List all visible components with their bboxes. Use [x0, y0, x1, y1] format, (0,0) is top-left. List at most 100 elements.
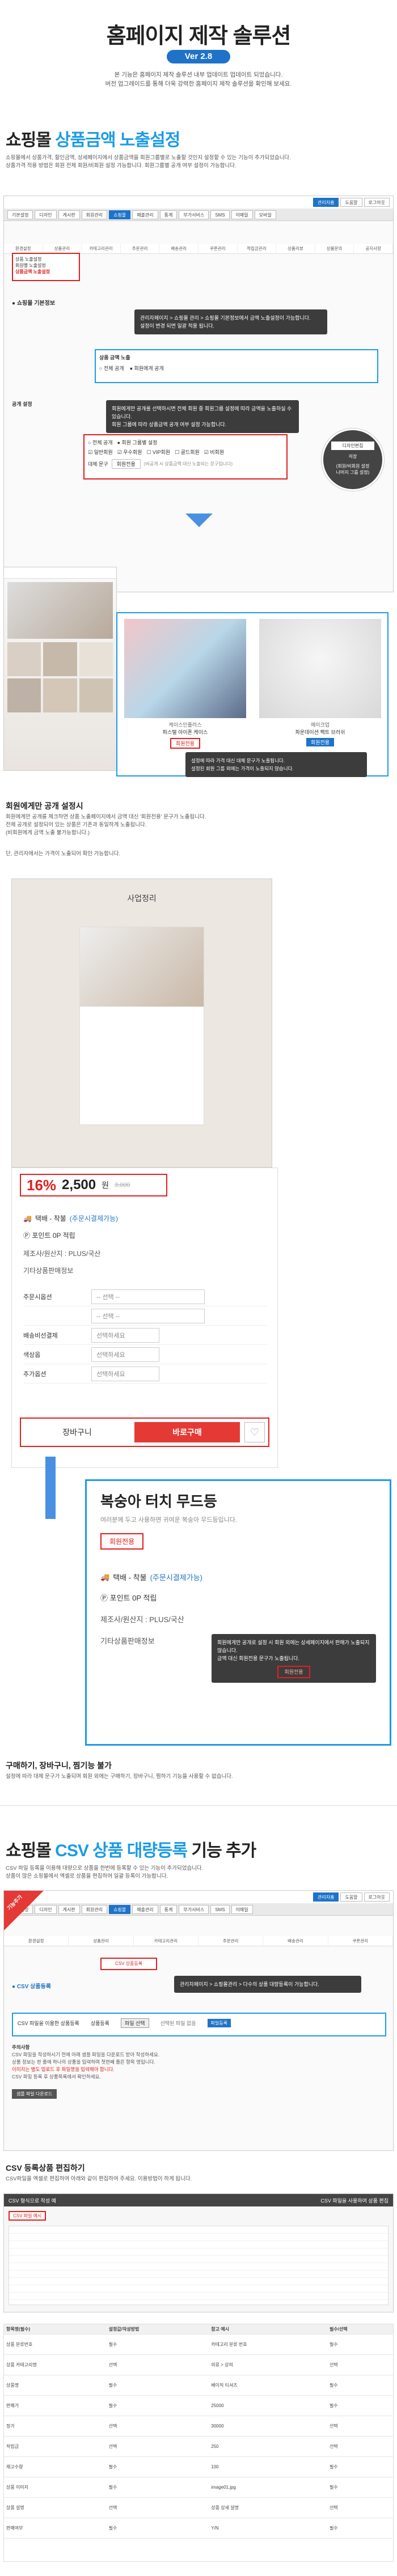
radio-all-2[interactable]: ○ 전체 공개 [88, 439, 113, 446]
submenu-item[interactable]: 회원별 노출설정 [15, 262, 77, 269]
tab-board[interactable]: 게시판 [58, 210, 80, 219]
choose-file-button[interactable]: 파일 선택 [120, 2018, 149, 2028]
section2-title-highlight: CSV 상품 대량등록 [55, 1841, 188, 1860]
sample-download-button[interactable]: 샘플 파일 다운로드 [12, 2089, 57, 2099]
product-thumb[interactable] [7, 642, 41, 676]
admin-home-button[interactable]: 관리자홈 [313, 1892, 339, 1902]
column-header: 설정값/작성방법 [106, 2324, 209, 2335]
option-select[interactable]: 선택하세요 [91, 1366, 159, 1381]
product-thumb[interactable] [43, 642, 77, 676]
option-row: 배송비선결제 선택하세요 [23, 1326, 267, 1345]
radio-group[interactable]: ● 회원 그룹별 설정 [117, 439, 158, 446]
tab-sales[interactable]: 매출관리 [132, 210, 158, 219]
price-setting-box: 상품 금액 노출 ○ 전체 공개 ● 회원에게 공개 [95, 349, 378, 383]
tab-addon[interactable]: 부가서비스 [179, 1904, 209, 1914]
tab-sales[interactable]: 매출관리 [132, 1904, 158, 1914]
logout-button[interactable]: 로그아웃 [364, 1892, 390, 1902]
tab-email[interactable]: 이메일 [231, 1904, 253, 1914]
menu-item[interactable]: 상품문의 [315, 244, 354, 253]
product-card-image[interactable] [124, 619, 246, 718]
makeup-image[interactable] [259, 619, 381, 718]
logout-button[interactable]: 로그아웃 [364, 198, 390, 207]
table-cell: 100 [209, 2456, 327, 2477]
tab-mobile[interactable]: 모바일 [254, 210, 276, 219]
option-select[interactable]: 선택하세요 [91, 1347, 159, 1362]
product-thumb[interactable] [79, 678, 113, 712]
heart-icon[interactable]: ♡ [244, 1422, 265, 1442]
menu-item[interactable]: 주문관리 [198, 1936, 264, 1946]
submenu-item[interactable]: 상품금액 노출설정 [15, 269, 77, 275]
menu-item[interactable]: 배송관리 [159, 244, 198, 253]
tab-email[interactable]: 이메일 [231, 210, 253, 219]
table-cell: 카테고리 분류 번호 [209, 2334, 327, 2355]
menu-item[interactable]: 환경설정 [4, 244, 43, 253]
menu-item[interactable]: 상품관리 [43, 244, 82, 253]
help-button[interactable]: 도움말 [340, 1892, 362, 1902]
table-cell: 30000 [209, 2416, 327, 2437]
csv-note: 상품 정보는 한 줄에 하나의 상품을 입력하며 첫번째 줄은 항목 명입니다. [12, 2059, 155, 2065]
radio-row-2: ○ 전체 공개 ● 회원 그룹별 설정 [88, 439, 283, 446]
csv-upload-row: CSV 파일을 이용한 상품등록 상품등록 파일 선택 선택된 파일 없음 파일… [18, 2018, 381, 2028]
product-name: 파운데이션 팩트 브러쉬 [295, 729, 345, 735]
tab-shop[interactable]: 쇼핑몰 [109, 210, 131, 219]
checkbox-option-label: VIP회원 [152, 449, 171, 455]
csv-notes-title: 주의사항 [12, 2044, 30, 2050]
checkbox-option[interactable]: ☐ 골드회원 [175, 448, 200, 456]
cart-button[interactable]: 장바구니 [24, 1427, 130, 1438]
tab-sms[interactable]: SMS [210, 210, 230, 219]
product-thumb[interactable] [7, 678, 41, 712]
menu-item[interactable]: 쿠폰관리 [328, 1936, 393, 1946]
tab-member[interactable]: 회원관리 [81, 1904, 108, 1914]
checkbox-option[interactable]: ☐ VIP회원 [146, 448, 170, 456]
option-select[interactable]: -- 선택 -- [91, 1308, 205, 1323]
radio-member[interactable]: ● 회원에게 공개 [130, 364, 164, 372]
menu-item[interactable]: 공지사항 [354, 244, 393, 253]
checkbox-option[interactable]: ☑ 일반회원 [88, 448, 113, 456]
menu-item[interactable]: 주문관리 [121, 244, 160, 253]
tab-stats[interactable]: 통계 [159, 210, 178, 219]
tab-addon[interactable]: 부가서비스 [179, 210, 209, 219]
checkbox-option[interactable]: ☑ 비회원 [204, 448, 224, 456]
tab-member[interactable]: 회원관리 [81, 210, 108, 219]
replace-input[interactable]: 회원전용 [111, 459, 141, 469]
buy-button[interactable]: 바로구매 [134, 1422, 240, 1442]
sub-desc-line: (비회원에게 금액 노출 불가능합니다.) [6, 830, 90, 836]
point-text: 포인트 0P 적립 [32, 1232, 75, 1240]
product-card-2[interactable]: 메이크업 파운데이션 팩트 브러쉬 회원전용 [259, 721, 381, 746]
checkbox-option[interactable]: ☑ 우수회원 [117, 448, 142, 456]
csv-menu-highlight[interactable]: CSV 상품등록 [100, 1958, 157, 1970]
menu-item[interactable]: 적립금관리 [238, 244, 277, 253]
menu-item[interactable]: 카테고리관리 [134, 1936, 198, 1946]
divider [0, 1805, 397, 1806]
product-card-1[interactable]: 케이스인플러스 파스텔 아이폰 케이스 회원전용 [124, 721, 246, 749]
option-select[interactable]: -- 선택 -- [91, 1289, 205, 1304]
product-thumb[interactable] [43, 678, 77, 712]
tab-sms[interactable]: SMS [210, 1904, 230, 1914]
tab-design[interactable]: 디자인 [35, 210, 57, 219]
option-label: 추가옵션 [23, 1370, 47, 1378]
tab-stats[interactable]: 통계 [159, 1904, 178, 1914]
banner-image [7, 582, 113, 639]
tab-board[interactable]: 게시판 [58, 1904, 80, 1914]
menu-item[interactable]: 상품관리 [69, 1936, 134, 1946]
menu-item[interactable]: 상품리뷰 [276, 244, 315, 253]
submenu-item[interactable]: 상품 노출설정 [15, 256, 77, 262]
point-row: Ⓟ 포인트 0P 적립 [23, 1230, 75, 1240]
overlay-extra: 기타상품판매정보 [100, 1637, 155, 1645]
product-thumb[interactable] [79, 642, 113, 676]
table-cell: 필수 [327, 2334, 393, 2355]
section2-desc: CSV 파일 등록을 이용해 대량으로 상품을 한번에 등록할 수 있는 기능이… [6, 1865, 391, 1881]
menu-item[interactable]: 환경설정 [4, 1936, 69, 1946]
menu-item[interactable]: 쿠폰관리 [198, 244, 238, 253]
radio-all[interactable]: ○ 전체 공개 [99, 364, 124, 372]
option-select[interactable]: 선택하세요 [91, 1327, 159, 1343]
table-cell: 재고수량 [4, 2456, 107, 2477]
tab-basic[interactable]: 기본설정 [7, 210, 33, 219]
admin-home-button[interactable]: 관리자홈 [313, 198, 339, 207]
menu-item[interactable]: 카테고리관리 [82, 244, 121, 253]
menu-item[interactable]: 배송관리 [263, 1936, 328, 1946]
table-row: 상품 설명 선택 상품 상세 설명 선택 [4, 2497, 393, 2518]
upload-button[interactable]: 파일등록 [207, 2019, 231, 2027]
help-button[interactable]: 도움말 [340, 198, 362, 207]
tab-shop[interactable]: 쇼핑몰 [109, 1904, 131, 1914]
